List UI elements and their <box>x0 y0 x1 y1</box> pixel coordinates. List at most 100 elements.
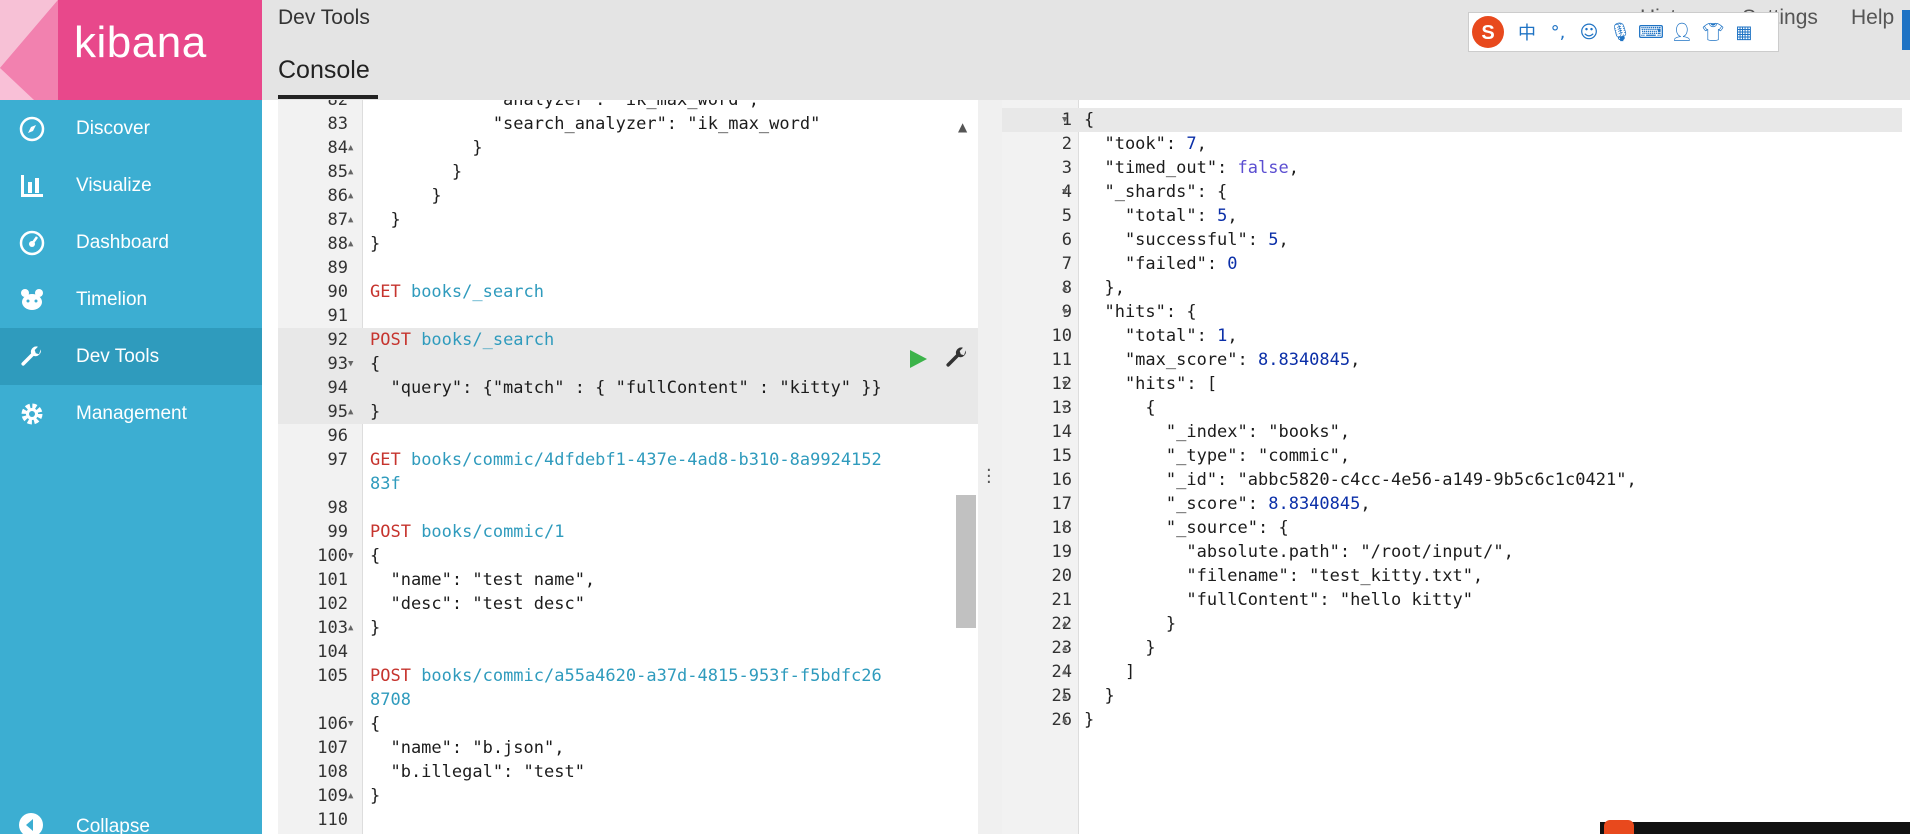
help-link[interactable]: Help <box>1851 6 1894 30</box>
code-line[interactable]: 105 POST books/commic/a55a4620-a37d-4815-… <box>278 664 978 688</box>
collapse-button[interactable] <box>16 810 46 840</box>
code-line[interactable]: 93 ▼ { <box>278 352 978 376</box>
code-line[interactable]: 15 "_type": "commic", <box>1002 444 1902 468</box>
code-line[interactable]: 97 GET books/commic/4dfdebf1-437e-4ad8-b3… <box>278 448 978 472</box>
code-line[interactable]: 17 "_score": 8.8340845, <box>1002 492 1902 516</box>
code-line[interactable]: 103 ▲} <box>278 616 978 640</box>
code-line[interactable]: 86 ▲ } <box>278 184 978 208</box>
fold-toggle-icon[interactable]: ▲ <box>348 400 353 424</box>
fold-toggle-icon[interactable]: ▼ <box>1062 396 1067 420</box>
fold-toggle-icon[interactable]: ▲ <box>1062 612 1067 636</box>
code-line[interactable]: 83 "search_analyzer": "ik_max_word" <box>278 112 978 136</box>
code-line[interactable]: 20 "filename": "test_kitty.txt", <box>1002 564 1902 588</box>
code-line[interactable]: 107 "name": "b.json", <box>278 736 978 760</box>
code-line[interactable]: 22 ▲ } <box>1002 612 1902 636</box>
fold-toggle-icon[interactable]: ▼ <box>1062 180 1067 204</box>
fold-toggle-icon[interactable]: ▲ <box>348 232 353 256</box>
code-line[interactable]: 98 <box>278 496 978 520</box>
code-line[interactable]: 84 ▲ } <box>278 136 978 160</box>
fold-toggle-icon[interactable]: ▼ <box>348 712 353 736</box>
code-line[interactable]: 4 ▼ "_shards": { <box>1002 180 1902 204</box>
collapse-label[interactable]: Collapse <box>76 816 150 838</box>
code-line[interactable]: 5 "total": 5, <box>1002 204 1902 228</box>
code-line[interactable]: 2 "took": 7, <box>1002 132 1902 156</box>
code-line[interactable]: 109 ▲} <box>278 784 978 808</box>
sidebar-item-management[interactable]: Management <box>0 385 262 442</box>
fold-toggle-icon[interactable]: ▼ <box>1062 372 1067 396</box>
code-line[interactable]: 26 ▲} <box>1002 708 1902 732</box>
fold-toggle-icon[interactable]: ▼ <box>348 544 353 568</box>
response-output[interactable]: 1 ▼{2 "took": 7, 3 "timed_out": false, 4 ▼ "… <box>1002 100 1902 834</box>
kibana-logo[interactable]: kibana <box>0 0 262 100</box>
fold-toggle-icon[interactable]: ▼ <box>1062 516 1067 540</box>
code-line[interactable]: 102 "desc": "test desc" <box>278 592 978 616</box>
code-line[interactable]: 89 <box>278 256 978 280</box>
sidebar-item-dashboard[interactable]: Dashboard <box>0 214 262 271</box>
code-line[interactable]: 91 <box>278 304 978 328</box>
code-line[interactable]: 101 "name": "test name", <box>278 568 978 592</box>
code-line[interactable]: 90 GET books/_search <box>278 280 978 304</box>
code-line[interactable]: 1 ▼{ <box>1002 108 1902 132</box>
code-line[interactable]: 82 "analyzer": "ik_max_word", <box>278 100 978 112</box>
smiley-icon[interactable]: ☺ <box>1578 21 1600 43</box>
ime-chinese-mode-icon[interactable]: 中 <box>1516 21 1538 44</box>
code-line[interactable]: 88 ▲} <box>278 232 978 256</box>
fold-toggle-icon[interactable]: ▲ <box>348 160 353 184</box>
code-line[interactable]: 3 "timed_out": false, <box>1002 156 1902 180</box>
tab-console[interactable]: Console <box>278 56 370 85</box>
code-line[interactable]: 85 ▲ } <box>278 160 978 184</box>
sidebar-item-visualize[interactable]: Visualize <box>0 157 262 214</box>
scroll-up-icon[interactable]: ▲ <box>958 120 967 134</box>
code-line[interactable]: 8708 <box>278 688 978 712</box>
code-line[interactable]: 95 ▲} <box>278 400 978 424</box>
fold-toggle-icon[interactable]: ▲ <box>1062 660 1067 684</box>
fold-toggle-icon[interactable]: ▲ <box>1062 684 1067 708</box>
code-line[interactable]: 16 "_id": "abbc5820-c4cc-4e56-a149-9b5c6… <box>1002 468 1902 492</box>
code-line[interactable]: 94 "query": {"match" : { "fullContent" :… <box>278 376 978 400</box>
fold-toggle-icon[interactable]: ▲ <box>1062 276 1067 300</box>
code-line[interactable]: 21 "fullContent": "hello kitty" <box>1002 588 1902 612</box>
fold-toggle-icon[interactable]: ▼ <box>1062 108 1067 132</box>
code-line[interactable]: 7 "failed": 0 <box>1002 252 1902 276</box>
ime-punctuation-icon[interactable]: °, <box>1547 21 1569 43</box>
run-request-icon[interactable] <box>906 347 930 371</box>
code-line[interactable]: 25 ▲ } <box>1002 684 1902 708</box>
code-line[interactable]: 6 "successful": 5, <box>1002 228 1902 252</box>
splitter-handle-icon[interactable]: · · · <box>986 462 992 492</box>
code-line[interactable]: 14 "_index": "books", <box>1002 420 1902 444</box>
fold-toggle-icon[interactable]: ▼ <box>1062 300 1067 324</box>
fold-toggle-icon[interactable]: ▲ <box>1062 708 1067 732</box>
request-options-wrench-icon[interactable] <box>944 345 970 371</box>
code-line[interactable]: 92 POST books/_search <box>278 328 978 352</box>
user-icon[interactable]: 👤︎ <box>1671 21 1694 43</box>
code-line[interactable]: 8 ▲ }, <box>1002 276 1902 300</box>
ime-toolbar[interactable]: S 中 °, ☺ 🎙︎ ⌨ 👤︎ 👕︎ ▦ <box>1468 12 1779 52</box>
code-line[interactable]: 108 "b.illegal": "test" <box>278 760 978 784</box>
fold-toggle-icon[interactable]: ▲ <box>348 784 353 808</box>
microphone-icon[interactable]: 🎙︎ <box>1609 21 1632 43</box>
code-line[interactable]: 110 <box>278 808 978 832</box>
sidebar-item-dev-tools[interactable]: Dev Tools <box>0 328 262 385</box>
code-line[interactable]: 100 ▼ { <box>278 544 978 568</box>
keyboard-icon[interactable]: ⌨ <box>1638 21 1664 43</box>
code-line[interactable]: 96 <box>278 424 978 448</box>
fold-toggle-icon[interactable]: ▲ <box>348 616 353 640</box>
code-line[interactable]: 87 ▲ } <box>278 208 978 232</box>
fold-toggle-icon[interactable]: ▲ <box>1062 636 1067 660</box>
grid-icon[interactable]: ▦ <box>1733 21 1755 43</box>
fold-toggle-icon[interactable]: ▲ <box>348 208 353 232</box>
code-line[interactable]: 104 <box>278 640 978 664</box>
fold-toggle-icon[interactable]: ▲ <box>348 136 353 160</box>
code-line[interactable]: 83f <box>278 472 978 496</box>
shirt-icon[interactable]: 👕︎ <box>1702 21 1725 43</box>
code-line[interactable]: 12 ▼ "hits": [ <box>1002 372 1902 396</box>
code-line[interactable]: 19 "absolute.path": "/root/input/", <box>1002 540 1902 564</box>
fold-toggle-icon[interactable]: ▼ <box>348 352 353 376</box>
code-line[interactable]: 106 ▼ { <box>278 712 978 736</box>
code-line[interactable]: 13 ▼ { <box>1002 396 1902 420</box>
code-line[interactable]: 11 "max_score": 8.8340845, <box>1002 348 1902 372</box>
sidebar-item-timelion[interactable]: Timelion <box>0 271 262 328</box>
fold-toggle-icon[interactable]: ▲ <box>348 184 353 208</box>
editor-scrollbar-thumb[interactable] <box>956 495 976 628</box>
request-editor[interactable]: 82 "analyzer": "ik_max_word", 83 "search_… <box>278 100 978 834</box>
